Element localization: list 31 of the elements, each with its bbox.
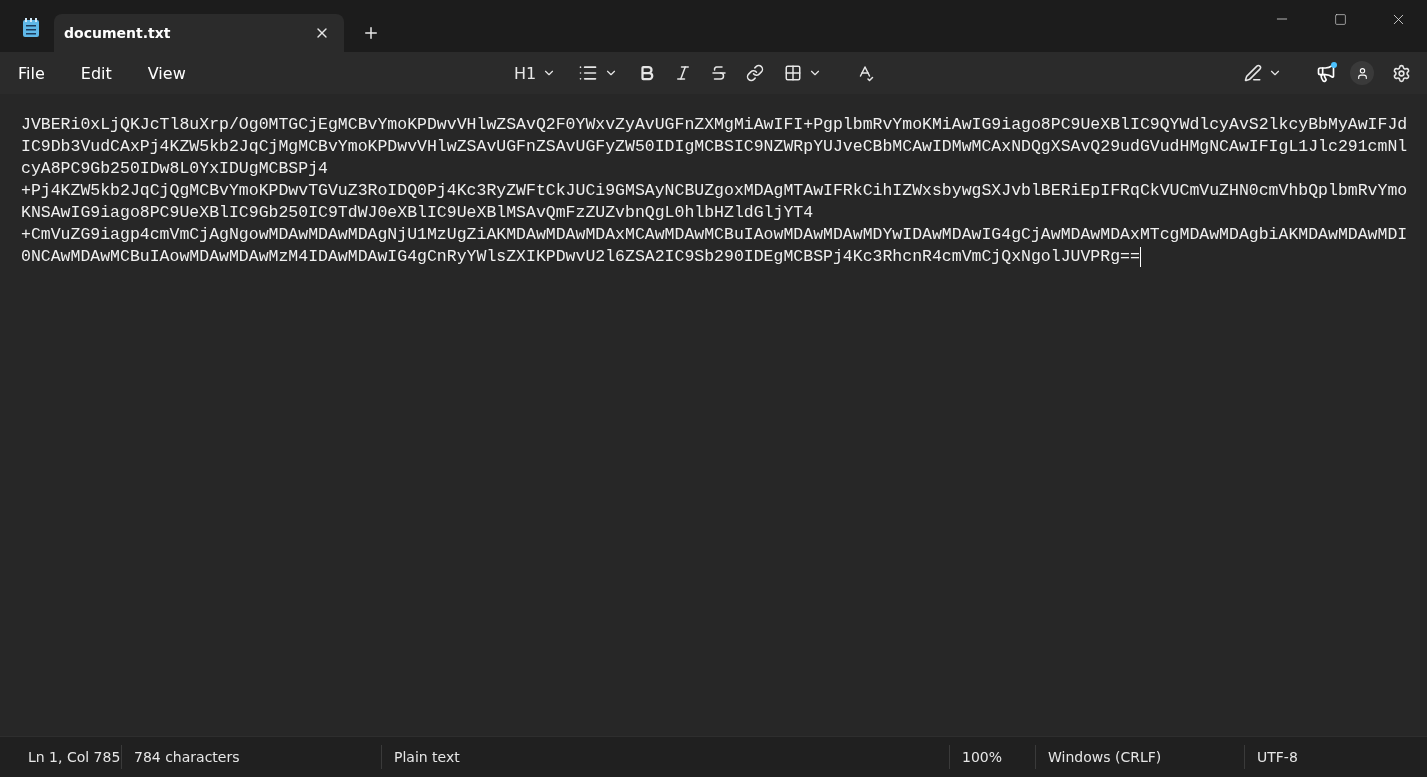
menu-item[interactable]: Edit bbox=[66, 57, 126, 89]
menu-item[interactable]: View bbox=[133, 57, 200, 89]
strikethrough-icon[interactable] bbox=[710, 64, 729, 82]
notification-dot bbox=[1331, 62, 1337, 68]
megaphone-icon[interactable] bbox=[1316, 63, 1336, 83]
list-icon[interactable] bbox=[578, 63, 599, 83]
text-cursor bbox=[1139, 247, 1141, 267]
heading-dropdown[interactable]: H1 bbox=[508, 59, 563, 87]
status-item[interactable]: 100% bbox=[950, 749, 1003, 765]
maximize-icon[interactable] bbox=[1333, 12, 1347, 26]
menu-item[interactable]: File bbox=[4, 57, 59, 89]
text-line: 0NCAwMDAwMCBuIAowMDAwMDAwMzM4IDAwMDAwIG4gCnRyYWlsZXIKPDwvU2l6ZSA2IC9Sb290IDEgMCBSPj4Kc3RhcnR4cmVmCjQxNgolJUVPRg== bbox=[21, 246, 1140, 268]
text-line: KNSAwIG9iago8PC9UeXBlIC9Gb250IC9TdWJ0eXBlIC9UeXBlMSAvQmFzZUZvbnQgL0hlbHZldGljYT4 bbox=[21, 202, 814, 224]
status-item[interactable]: 784 characters bbox=[122, 749, 240, 765]
status-item[interactable]: Windows (CRLF) bbox=[1036, 749, 1162, 765]
document-tab[interactable]: document.txt bbox=[54, 14, 344, 52]
table-icon[interactable] bbox=[784, 64, 803, 82]
text-line: cyA8PC9Gb250IDw8L0YxIDUgMCBSPj4 bbox=[21, 158, 328, 180]
account-avatar[interactable] bbox=[1350, 61, 1374, 85]
text-line: JVBERi0xLjQKJcTl8uXrp/Og0MTGCjEgMCBvYmoKPDwvVHlwZSAvQ2F0YWxvZyAvUGFnZXMgMiAwIFI+PgplbmRvYmoKMiAwIG9iago8PC9UeXBlIC9QYWdlcyAvS2lkcyBbMyAwIFJd bbox=[21, 114, 1408, 136]
status-item: Ln 1, Col 785 bbox=[27, 749, 121, 765]
notepad-icon bbox=[22, 18, 40, 38]
settings-icon[interactable] bbox=[1392, 63, 1411, 83]
text-line: +Pj4KZW5kb2JqCjQgMCBvYmoKPDwvTGVuZ3RoIDQ0Pj4Kc3RyZWFtCkJUCi9GMSAyNCBUZgoxMDAgMTAwIFRkCihIZWxsbywgSXJvblBERiEpIFRqCkVUCmVuZHN0cmVhbQplbmRvYmo bbox=[21, 180, 1408, 202]
link-icon[interactable] bbox=[746, 64, 765, 82]
text-line: +CmVuZG9iagp4cmVmCjAgNgowMDAwMDAwMDAgNjU1MzUgZiAKMDAwMDAwMDAxMCAwMDAwMCBuIAowMDAwMDAwMDYwIDAwMDAwIG4gCjAwMDAwMDAxMTcgMDAwMDAgbiAKMDAwMDAwMDI bbox=[21, 224, 1408, 246]
status-item[interactable]: Plain text bbox=[382, 749, 460, 765]
new-tab-icon[interactable] bbox=[362, 24, 380, 42]
pen-icon[interactable] bbox=[1244, 64, 1262, 82]
text-line: IC9Db3VudCAxPj4KZW5kb2JqCjMgMCBvYmoKPDwvVHlwZSAvUGFnZSAvUGFyZW50IDIgMCBSIC9NZWRpYUJveCBbMCAwIDMwMCAxNDQgXSAvQ29udGVudHMgNCAwIFIgL1Jlc291cmNl bbox=[21, 136, 1408, 158]
status-item[interactable]: UTF-8 bbox=[1245, 749, 1298, 765]
